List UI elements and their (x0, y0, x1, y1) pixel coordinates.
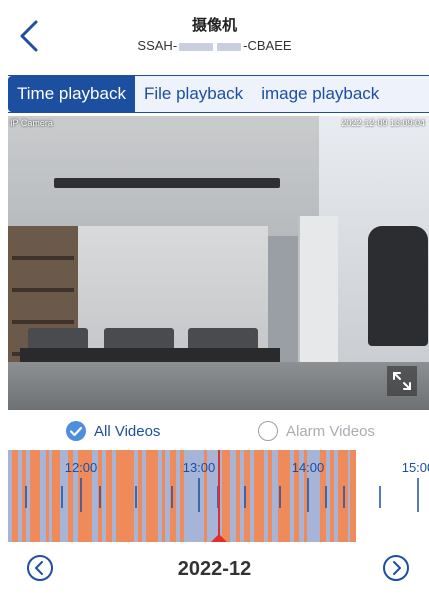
timeline-alarm-segment (330, 450, 334, 542)
video-frame-object (188, 328, 258, 350)
timeline-alarm-segment (254, 450, 264, 542)
timeline-hour-label: 14:00 (292, 460, 325, 475)
timeline-hour-label: 13:00 (183, 460, 216, 475)
redaction-mask (217, 42, 242, 51)
video-frame-chair (368, 226, 428, 346)
next-month-button[interactable] (382, 554, 410, 582)
circle-right-icon (383, 555, 409, 581)
device-id-prefix: SSAH- (137, 38, 178, 53)
camera-label: IP Camera (10, 118, 53, 128)
timeline-alarm-segment (222, 450, 230, 542)
video-frame-table (20, 348, 280, 362)
timeline-alarm-segment (46, 450, 49, 542)
timeline-track[interactable]: 12:00 13:00 14:00 15:00 (8, 450, 429, 542)
date-navigation: 2022-12 (0, 546, 429, 594)
all-videos-label: All Videos (94, 422, 161, 440)
ceiling-light (54, 178, 280, 188)
alarm-videos-label: Alarm Videos (286, 422, 375, 440)
playback-tabs: Time playback File playback image playba… (8, 75, 429, 113)
timeline-alarm-segment (12, 450, 18, 542)
redaction-mask (179, 42, 214, 51)
timeline-alarm-segment (236, 450, 240, 542)
video-timestamp: 2022-12-09 13:09:04 (341, 118, 425, 128)
tab-image-playback[interactable]: image playback (252, 76, 388, 112)
current-month-label[interactable]: 2022-12 (0, 558, 429, 581)
radio-unchecked[interactable] (258, 421, 278, 441)
expand-icon (393, 372, 411, 390)
tab-time-playback[interactable]: Time playback (8, 76, 135, 112)
alarm-videos-option[interactable]: Alarm Videos (258, 420, 375, 442)
tab-file-playback[interactable]: File playback (135, 76, 252, 112)
timeline-alarm-segment (338, 450, 348, 542)
timeline-hour-label: 15:00 (402, 460, 429, 475)
device-id-suffix: -CBAEE (243, 38, 292, 53)
app-header: 摄像机 SSAH- -CBAEE (0, 0, 429, 70)
video-filter-options: All Videos Alarm Videos (0, 414, 429, 448)
timeline-alarm-segment (268, 450, 272, 542)
timeline-alarm-segment (162, 450, 165, 542)
timeline-alarm-segment (30, 450, 40, 542)
radio-checked[interactable] (66, 421, 86, 441)
video-frame-object (104, 328, 174, 350)
timeline-alarm-segment (116, 450, 134, 542)
timeline-alarm-segment (52, 450, 60, 542)
device-id: SSAH- -CBAEE (0, 38, 429, 53)
timeline-alarm-segment (138, 450, 142, 542)
timeline-alarm-segment (146, 450, 158, 542)
page-title: 摄像机 (191, 17, 237, 34)
video-player[interactable]: IP Camera 2022-12-09 13:09:04 (8, 116, 429, 410)
fullscreen-button[interactable] (387, 366, 417, 396)
timeline-alarm-segment (106, 450, 112, 542)
video-frame-floor (8, 362, 429, 410)
video-frame-object (28, 328, 88, 350)
check-icon (69, 426, 83, 437)
timeline-alarm-segment (170, 450, 176, 542)
timeline-hour-label: 12:00 (65, 460, 98, 475)
playback-timeline[interactable]: 12:00 13:00 14:00 15:00 (8, 450, 429, 542)
all-videos-option[interactable]: All Videos (66, 420, 160, 442)
timeline-alarm-segment (350, 450, 356, 542)
